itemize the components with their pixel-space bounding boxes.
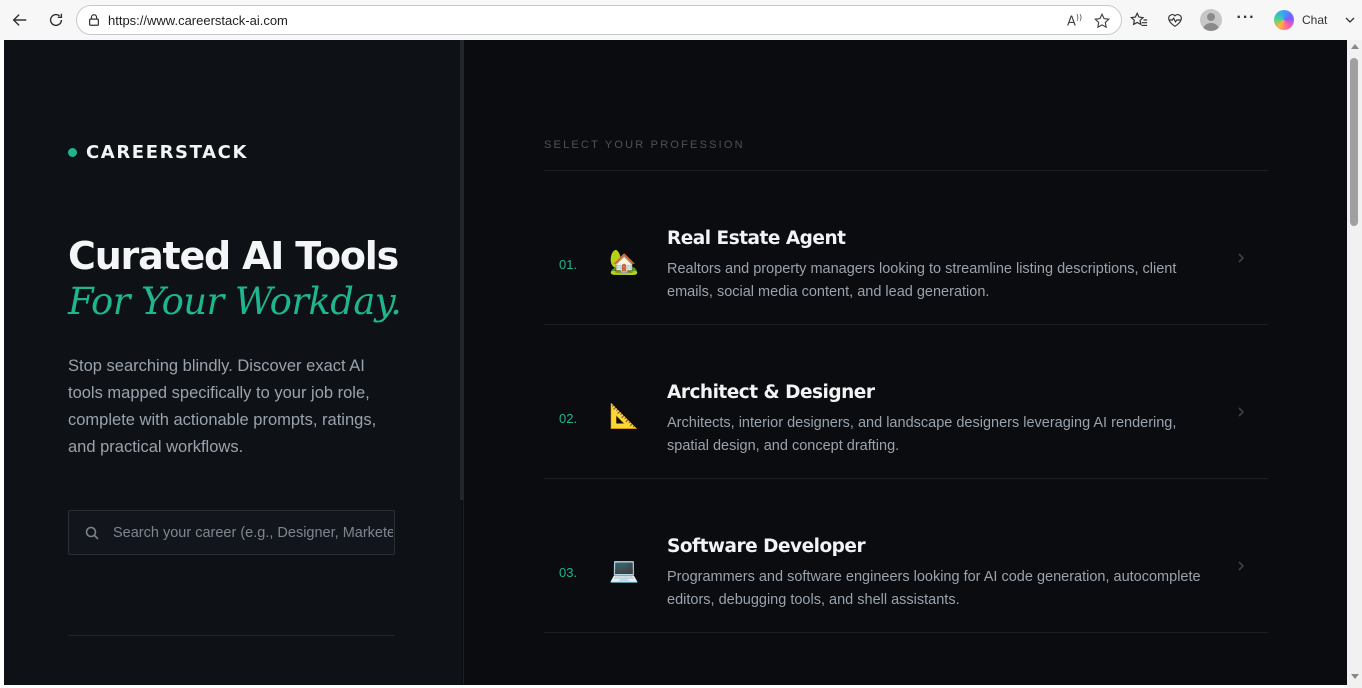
hero-description: Stop searching blindly. Discover exact A…: [68, 357, 377, 456]
browser-toolbar: https://www.careerstack-ai.com A)) ··· C…: [0, 0, 1362, 40]
chevron-right-icon: [1238, 561, 1245, 571]
left-panel: CAREERSTACK Curated AI Tools For Your Wo…: [4, 40, 462, 685]
chevron-right-icon: [1238, 407, 1245, 417]
row-description: Realtors and property managers looking t…: [667, 261, 1177, 300]
brand-name: CAREERSTACK: [86, 142, 248, 163]
chevron-right-icon: [1238, 253, 1245, 263]
page: CAREERSTACK Curated AI Tools For Your Wo…: [4, 40, 1347, 685]
copilot-icon: [1274, 10, 1294, 30]
hero-title: Curated AI Tools: [68, 234, 399, 278]
triangle-ruler-icon: 📐: [609, 403, 639, 430]
refresh-icon[interactable]: [44, 8, 68, 32]
back-icon[interactable]: [8, 8, 32, 32]
row-description: Architects, interior designers, and land…: [667, 415, 1177, 454]
scroll-down-icon[interactable]: [1351, 674, 1359, 679]
section-label: SELECT YOUR PROFESSION: [544, 139, 745, 151]
profession-row-real-estate[interactable]: 01. 🏡 Real Estate Agent Realtors and pro…: [544, 171, 1268, 325]
brand-dot-icon: [68, 148, 77, 157]
laptop-icon: 💻: [609, 557, 639, 584]
row-title: Software Developer: [667, 536, 866, 557]
profile-avatar-icon[interactable]: [1200, 9, 1222, 31]
url-text[interactable]: https://www.careerstack-ai.com: [108, 13, 288, 28]
chat-button[interactable]: Chat: [1268, 6, 1338, 34]
row-title: Real Estate Agent: [667, 228, 846, 249]
scroll-up-icon[interactable]: [1351, 44, 1359, 49]
chevron-down-icon[interactable]: [1340, 10, 1360, 30]
more-icon[interactable]: ···: [1236, 8, 1256, 28]
read-aloud-icon[interactable]: A)): [1067, 13, 1085, 31]
search-input[interactable]: [113, 511, 393, 554]
page-scrollbar[interactable]: [1347, 40, 1362, 688]
row-description: Programmers and software engineers looki…: [667, 569, 1201, 608]
favorites-icon[interactable]: [1129, 10, 1149, 30]
search-icon: [85, 526, 99, 540]
house-icon: 🏡: [609, 249, 639, 276]
row-number: 01.: [559, 257, 578, 272]
right-panel: SELECT YOUR PROFESSION 01. 🏡 Real Estate…: [464, 40, 1347, 685]
row-title: Architect & Designer: [667, 382, 875, 403]
browser-essentials-icon[interactable]: [1165, 10, 1185, 30]
row-number: 02.: [559, 411, 578, 426]
profession-row-architect[interactable]: 02. 📐 Architect & Designer Architects, i…: [544, 325, 1268, 479]
left-divider: [68, 635, 395, 636]
lock-icon[interactable]: [87, 13, 101, 27]
brand-logo[interactable]: CAREERSTACK: [68, 142, 248, 163]
address-bar[interactable]: https://www.careerstack-ai.com A)): [76, 5, 1122, 35]
favorite-star-icon[interactable]: [1093, 12, 1111, 30]
scroll-thumb[interactable]: [1350, 58, 1358, 226]
profession-row-software[interactable]: 03. 💻 Software Developer Programmers and…: [544, 479, 1268, 633]
row-number: 03.: [559, 565, 578, 580]
hero-subtitle: For Your Workday.: [68, 280, 402, 323]
chat-label: Chat: [1302, 13, 1328, 27]
career-search[interactable]: [68, 510, 395, 555]
